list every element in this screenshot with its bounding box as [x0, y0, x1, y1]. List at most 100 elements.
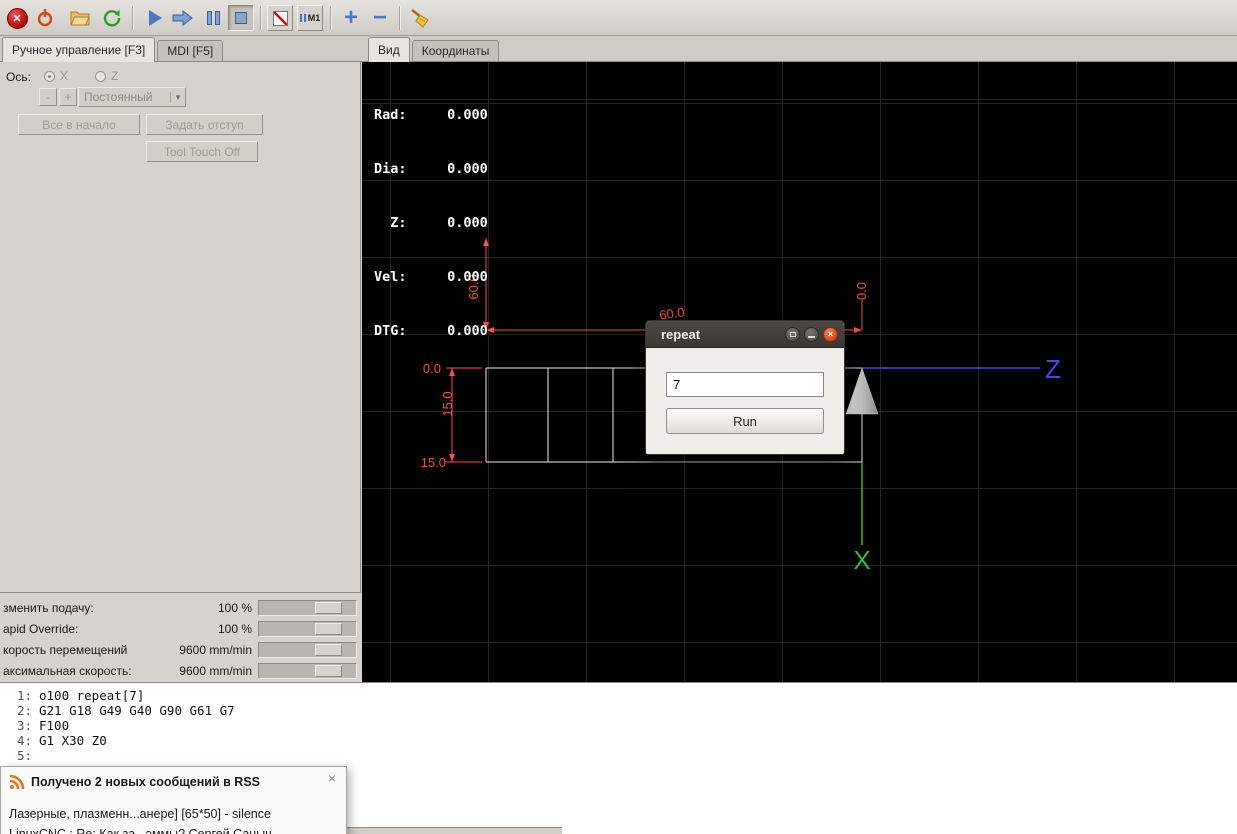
step-arrow-icon: [172, 10, 193, 26]
jog-speed-label: корость перемещений: [3, 643, 128, 657]
zoom-out-button[interactable]: −: [366, 4, 394, 32]
dro-dia: Dia: 0.000: [374, 161, 488, 177]
tab-manual-control[interactable]: Ручное управление [F3]: [2, 37, 156, 62]
jog-minus-button[interactable]: -: [39, 88, 57, 106]
optional-pause-toggle[interactable]: M1: [296, 4, 324, 32]
reload-button[interactable]: [98, 4, 126, 32]
zoom-in-button[interactable]: +: [337, 4, 365, 32]
notification-title: Получено 2 новых сообщений в RSS: [31, 775, 260, 789]
stop-icon: [235, 12, 247, 24]
close-window-button[interactable]: ×: [823, 326, 838, 342]
run-program-button[interactable]: [141, 4, 169, 32]
max-velocity-slider[interactable]: [258, 663, 357, 679]
radio-unselected-icon: [95, 70, 106, 82]
machine-power-button[interactable]: [31, 4, 59, 32]
dro-z: Z: 0.000: [374, 215, 488, 231]
rapid-override-row: apid Override: 100 %: [0, 619, 362, 640]
tab-dro-label: Координаты: [421, 44, 490, 58]
clear-plot-button[interactable]: [406, 4, 434, 32]
rss-icon: [9, 774, 25, 790]
manual-control-page: Ось: X Z - + Постоянный ▾ Все в начало З…: [0, 62, 361, 593]
run-button[interactable]: Run: [666, 408, 824, 434]
pause-program-button[interactable]: [199, 4, 227, 32]
open-folder-icon: [70, 11, 90, 26]
tab-preview[interactable]: Вид: [368, 37, 410, 62]
jog-speed-slider[interactable]: [258, 642, 357, 658]
control-panel: Ручное управление [F3] MDI [F5] Ось: X Z…: [0, 36, 362, 682]
reload-icon: [103, 9, 121, 27]
tab-mdi-label: MDI [F5]: [167, 44, 214, 58]
gcode-line[interactable]: 1: o100 repeat[7]: [0, 688, 1237, 703]
notification-close-button[interactable]: ×: [328, 770, 336, 786]
jog-plus-button[interactable]: +: [59, 88, 77, 106]
slider-handle[interactable]: [315, 665, 342, 677]
open-file-button[interactable]: [66, 4, 94, 32]
gcode-line[interactable]: 3: F100: [0, 718, 1237, 733]
skip-lines-toggle[interactable]: [266, 4, 294, 32]
home-all-button[interactable]: Все в начало: [18, 114, 140, 135]
slider-handle[interactable]: [315, 644, 342, 656]
jog-mode-value: Постоянный: [84, 90, 153, 104]
toolbar-separator: [260, 6, 262, 30]
zoom-out-icon: −: [372, 4, 387, 31]
dialog-title: repeat: [661, 326, 701, 342]
gcode-line[interactable]: 4: G1 X30 Z0: [0, 733, 1237, 748]
chevron-down-icon: ▾: [170, 91, 185, 103]
run-button-label: Run: [733, 413, 757, 429]
axis-radio-x[interactable]: X: [44, 69, 68, 83]
slider-handle[interactable]: [315, 623, 342, 635]
gcode-line-text: G21 G18 G49 G40 G90 G61 G7: [39, 703, 235, 718]
preview-canvas[interactable]: Rad: 0.000 Dia: 0.000 Z: 0.000 Vel: 0.00…: [362, 62, 1237, 682]
feed-override-label: зменить подачу:: [3, 601, 94, 615]
feed-override-value: 100 %: [217, 601, 252, 615]
run-step-button[interactable]: [169, 4, 197, 32]
set-offset-label: Задать отступ: [165, 117, 244, 132]
home-all-label: Все в начало: [42, 117, 116, 132]
jog-mode-combo[interactable]: Постоянный ▾: [78, 87, 186, 107]
pause-icon: [206, 11, 220, 25]
tab-mdi[interactable]: MDI [F5]: [157, 40, 224, 61]
repeat-dialog-titlebar[interactable]: repeat ×: [646, 321, 844, 348]
tool-cone: [845, 367, 879, 415]
tab-dro[interactable]: Координаты: [411, 40, 500, 61]
broom-icon: [411, 9, 429, 28]
gcode-line[interactable]: 2: G21 G18 G49 G40 G90 G61 G7: [0, 703, 1237, 718]
rapid-override-value: 100 %: [217, 622, 252, 636]
close-icon: ×: [827, 329, 834, 339]
power-icon: [37, 9, 53, 27]
dro-vel: Vel: 0.000: [374, 269, 488, 285]
axis-radio-z[interactable]: Z: [95, 69, 118, 83]
tool-touch-off-button[interactable]: Tool Touch Off: [146, 141, 258, 162]
dro-dtg: DTG: 0.000: [374, 323, 488, 339]
m1-pause-bar-icon: [303, 14, 306, 22]
tab-preview-label: Вид: [378, 43, 400, 57]
feed-override-slider[interactable]: [258, 600, 357, 616]
set-offset-button[interactable]: Задать отступ: [146, 114, 263, 135]
preview-panel: Вид Координаты Rad: 0.000 Dia: 0.000 Z: …: [362, 36, 1237, 682]
gcode-line[interactable]: 5:: [0, 748, 1237, 763]
minimize-icon: [808, 335, 815, 338]
axis-x-label: X: [60, 69, 69, 83]
skip-lines-frame: [267, 5, 293, 31]
dro-rad: Rad: 0.000: [374, 107, 488, 123]
maximize-button[interactable]: [785, 326, 800, 342]
repeat-count-input[interactable]: [666, 372, 824, 397]
repeat-dialog: repeat × Run: [645, 320, 845, 455]
minimize-button[interactable]: [804, 326, 819, 342]
axis-z-label: Z: [111, 69, 119, 83]
notification-item[interactable]: LinuxCNC : Re: Как за...эммы? Сергей Сан…: [9, 827, 272, 834]
max-velocity-label: аксимальная скорость:: [3, 664, 132, 678]
toolbar: ✕ M1 + −: [0, 0, 1237, 36]
rapid-override-slider[interactable]: [258, 621, 357, 637]
optional-pause-frame: M1: [297, 5, 323, 31]
dim-15-vertical: 15.0: [440, 391, 455, 416]
toolbar-separator: [132, 6, 134, 30]
right-tabbar: Вид Координаты: [362, 36, 1237, 62]
radio-selected-icon: [44, 70, 55, 82]
dim-0-right: 0.0: [854, 282, 869, 300]
stop-program-button[interactable]: [227, 4, 255, 32]
slider-handle[interactable]: [315, 602, 342, 614]
play-icon: [148, 10, 162, 26]
notification-item[interactable]: Лазерные, плазменн...анере] [65*50] - si…: [9, 807, 271, 821]
estop-button[interactable]: ✕: [3, 4, 31, 32]
